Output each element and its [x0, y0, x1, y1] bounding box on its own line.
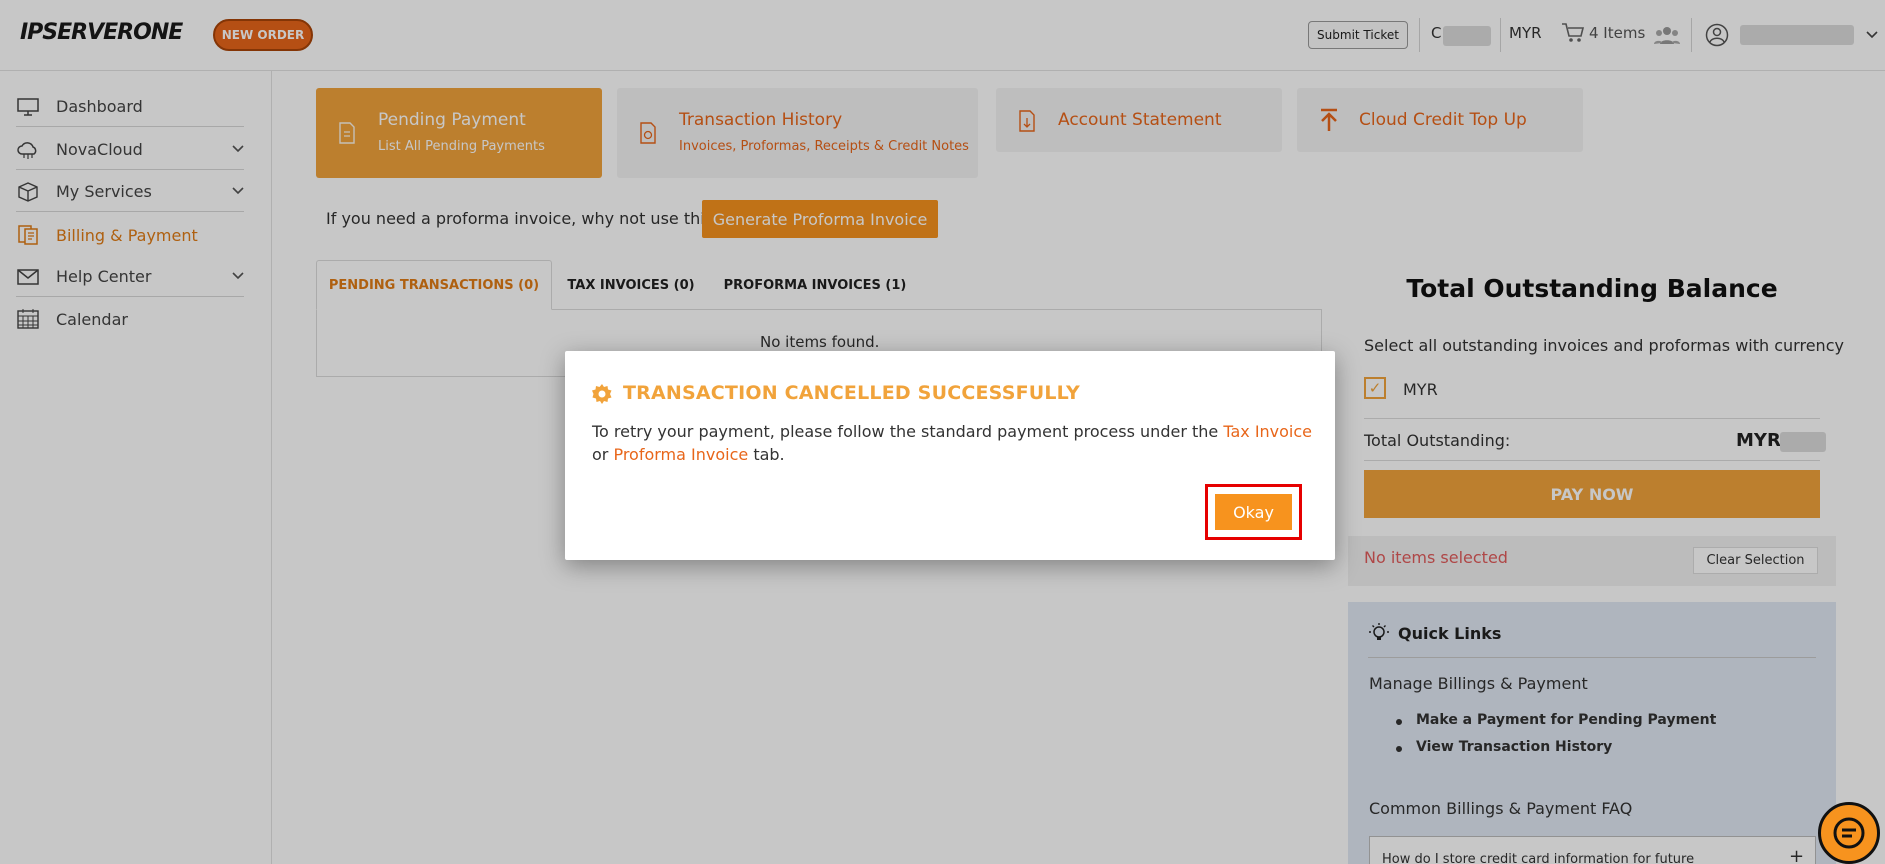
gear-icon	[591, 383, 613, 405]
proforma-invoice-link[interactable]: Proforma Invoice	[613, 445, 748, 464]
modal-message: To retry your payment, please follow the…	[592, 420, 1312, 466]
okay-button[interactable]: Okay	[1215, 494, 1292, 530]
chat-icon	[1833, 817, 1865, 849]
modal-text: tab.	[748, 445, 785, 464]
modal-text: To retry your payment, please follow the…	[592, 422, 1224, 441]
modal-title: TRANSACTION CANCELLED SUCCESSFULLY	[623, 382, 1080, 404]
modal-text: or	[592, 445, 614, 464]
tax-invoice-link[interactable]: Tax Invoice	[1223, 422, 1312, 441]
chat-button[interactable]	[1818, 802, 1880, 864]
